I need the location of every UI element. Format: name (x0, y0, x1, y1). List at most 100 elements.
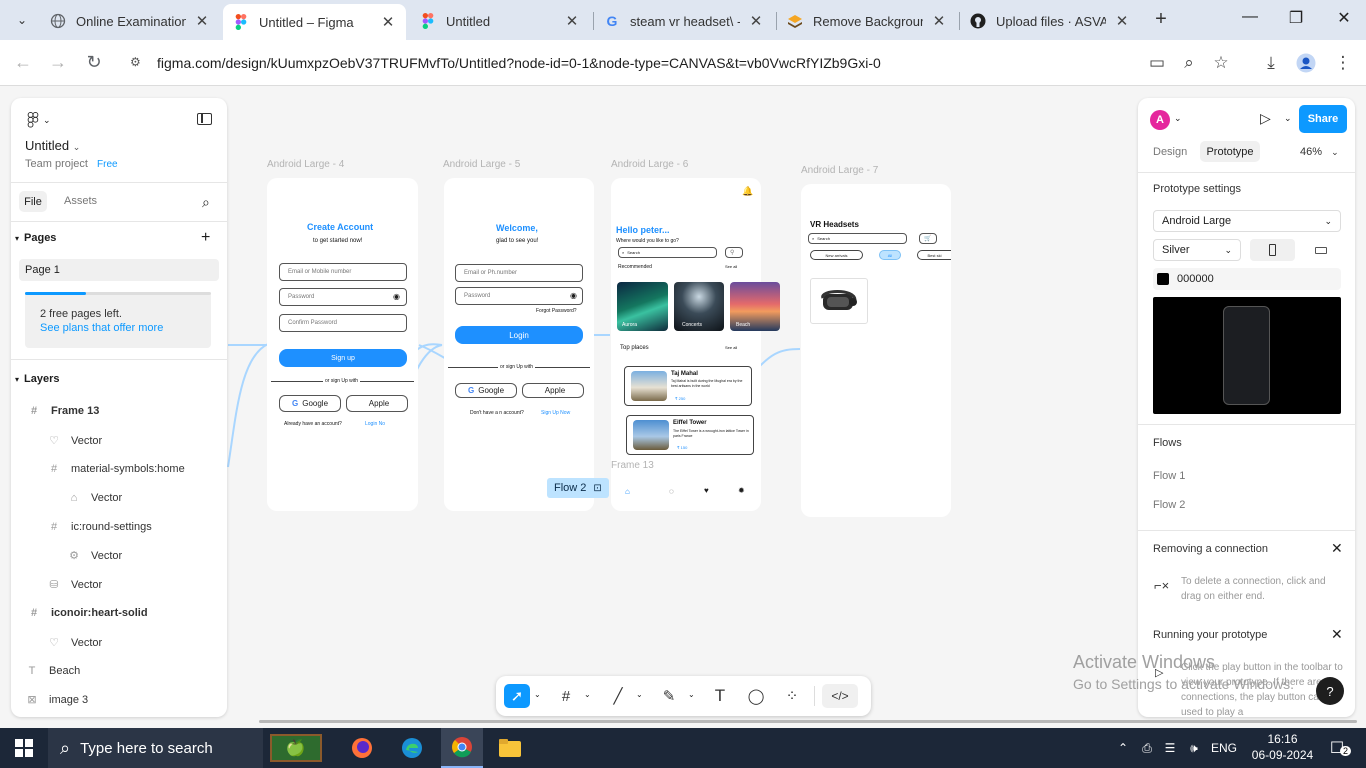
components-tool-icon[interactable]: ⁘ (780, 684, 804, 708)
frame-tool-icon[interactable]: # (554, 684, 578, 708)
layer-ic-round-settings[interactable]: # ic:round-settings (47, 521, 152, 533)
forward-icon[interactable]: → (47, 52, 69, 73)
sidebar-toggle-icon[interactable] (197, 113, 212, 125)
text-tool-icon[interactable]: T (708, 684, 732, 708)
reload-icon[interactable]: ↻ (83, 52, 105, 73)
layer-vector[interactable]: ⚙ Vector (67, 549, 122, 563)
canvas-scrollbar[interactable] (259, 720, 1357, 723)
layers-header[interactable]: ▾ Layers (15, 373, 60, 385)
play-icon[interactable]: ▷ (1260, 110, 1271, 127)
frame-label[interactable]: Android Large - 5 (443, 159, 520, 170)
tab-search-button[interactable]: ⌄ (10, 8, 34, 32)
minimize-icon[interactable]: — (1238, 8, 1262, 26)
see-plans-link[interactable]: See plans that offer more (40, 322, 163, 334)
layer-frame-13[interactable]: # Frame 13 (27, 405, 99, 417)
volume-icon[interactable]: 🕪 (1185, 728, 1203, 768)
pages-header[interactable]: ▾ Pages (15, 232, 56, 244)
layer-image-3[interactable]: ⊠ image 3 (25, 693, 88, 707)
layer-vector[interactable]: ⛁ Vector (47, 578, 102, 592)
close-icon[interactable]: ✕ (564, 12, 580, 30)
flow-chip[interactable]: Flow 2 ⊡ (547, 478, 609, 498)
model-select[interactable]: Silver ⌄ (1153, 239, 1241, 261)
notification-icon[interactable]: ☐ 2 (1322, 728, 1352, 768)
frame-13-label[interactable]: Frame 13 (611, 460, 654, 471)
chevron-down-icon[interactable]: ⌄ (1174, 113, 1182, 124)
site-info-icon[interactable]: ⚙ (130, 55, 141, 69)
exam-app-icon[interactable]: 🍏 (268, 728, 323, 768)
bookmark-star-icon[interactable]: ☆ (1210, 53, 1232, 73)
landscape-toggle[interactable] (1298, 239, 1343, 261)
close-icon[interactable]: ✕ (931, 12, 947, 30)
taskbar-search[interactable]: ⌕ Type here to search (48, 728, 263, 768)
zoom-level[interactable]: 46% ⌄ (1300, 146, 1339, 158)
browser-tab-active[interactable]: Untitled – Figma ✕ (223, 4, 406, 40)
edge-icon[interactable] (392, 728, 432, 768)
figma-menu-icon[interactable]: ⌄ (27, 112, 51, 128)
chevron-down-icon[interactable]: ⌄ (688, 690, 695, 699)
restore-icon[interactable]: ❐ (1284, 8, 1308, 28)
layer-vector[interactable]: ⌂ Vector (67, 492, 123, 504)
chrome-icon[interactable] (441, 728, 483, 768)
clock[interactable]: 16:16 06-09-2024 (1250, 731, 1315, 765)
flow-item[interactable]: Flow 2 (1153, 499, 1185, 511)
help-button[interactable]: ? (1316, 677, 1344, 705)
line-tool-icon[interactable]: ╱ (606, 684, 630, 708)
chevron-up-icon[interactable]: ⌃ (1114, 728, 1132, 768)
windows-start-icon[interactable] (0, 728, 48, 768)
browser-tab[interactable]: Untitled ✕ (410, 6, 590, 36)
browser-tab[interactable]: Upload files · ASVATH ✕ (960, 6, 1140, 36)
close-icon[interactable]: ✕ (1114, 12, 1130, 30)
chevron-down-icon[interactable]: ⌄ (584, 690, 591, 699)
window-close-icon[interactable]: ✕ (1332, 8, 1356, 28)
add-page-icon[interactable]: + (201, 229, 210, 247)
chevron-down-icon[interactable]: ⌄ (534, 690, 541, 699)
firefox-icon[interactable] (342, 728, 382, 768)
layer-beach[interactable]: T Beach (25, 665, 81, 677)
language-indicator[interactable]: ENG (1206, 728, 1242, 768)
frame-android-large-4[interactable]: Create Account to get started now! Email… (267, 178, 418, 511)
close-icon[interactable]: ✕ (1331, 540, 1343, 557)
layer-iconoir-heart-solid[interactable]: # iconoir:heart-solid (27, 607, 148, 619)
page-item[interactable]: Page 1 (19, 259, 219, 281)
frame-android-large-7[interactable]: VR Headsets ⌕ Search 🛒 New arrivals All B… (801, 184, 951, 517)
layer-vector[interactable]: ♡ Vector (47, 434, 102, 448)
pen-tool-icon[interactable]: ✎ (657, 684, 681, 708)
search-icon[interactable]: ⌕ (202, 194, 210, 211)
dev-mode-icon[interactable]: </> (822, 684, 858, 708)
frame-android-large-5[interactable]: Welcome, glad to see you! Email or Ph.nu… (444, 178, 594, 511)
address-bar[interactable]: ⚙ figma.com/design/kUumxpzOebV37TRUFMvfT… (120, 46, 1250, 80)
layer-material-symbols-home[interactable]: # material-symbols:home (47, 463, 185, 475)
tab-prototype[interactable]: Prototype (1200, 141, 1260, 162)
download-icon[interactable]: ⤓ (1260, 53, 1282, 73)
close-icon[interactable]: ✕ (194, 12, 210, 30)
zoom-icon[interactable]: ⌕ (1178, 53, 1200, 73)
wifi-icon[interactable]: ☰ (1161, 728, 1179, 768)
layer-vector[interactable]: ♡ Vector (47, 636, 102, 650)
close-icon[interactable]: ✕ (1331, 626, 1343, 643)
new-tab-button[interactable]: + (1150, 8, 1172, 31)
frame-label[interactable]: Android Large - 6 (611, 159, 688, 170)
chevron-down-icon[interactable]: ⌄ (1284, 113, 1292, 124)
profile-icon[interactable] (1295, 53, 1317, 78)
tab-design[interactable]: Design (1153, 146, 1187, 158)
browser-tab[interactable]: G steam vr headset\ - G ✕ (594, 6, 774, 36)
file-explorer-icon[interactable] (489, 728, 531, 768)
avatar[interactable]: A (1150, 110, 1170, 130)
file-name[interactable]: Untitled ⌄ (25, 138, 80, 153)
browser-tab[interactable]: Online Examination S ✕ (40, 6, 220, 36)
tab-assets[interactable]: Assets (64, 195, 97, 207)
tab-file[interactable]: File (19, 191, 47, 212)
share-button[interactable]: Share (1299, 105, 1347, 133)
background-color-field[interactable]: 000000 (1153, 268, 1341, 290)
chevron-down-icon[interactable]: ⌄ (636, 690, 643, 699)
comment-tool-icon[interactable]: ◯ (744, 684, 768, 708)
portrait-toggle[interactable] (1250, 239, 1295, 261)
clipboard-icon[interactable]: ▭ (1146, 53, 1168, 73)
close-icon[interactable]: ✕ (748, 12, 764, 30)
camera-icon[interactable]: ⎙ (1138, 728, 1156, 768)
device-select[interactable]: Android Large ⌄ (1153, 210, 1341, 232)
back-icon[interactable]: ← (12, 52, 34, 73)
frame-label[interactable]: Android Large - 7 (801, 165, 878, 176)
flow-item[interactable]: Flow 1 (1153, 470, 1185, 482)
move-tool-icon[interactable]: ➚ (504, 684, 530, 708)
